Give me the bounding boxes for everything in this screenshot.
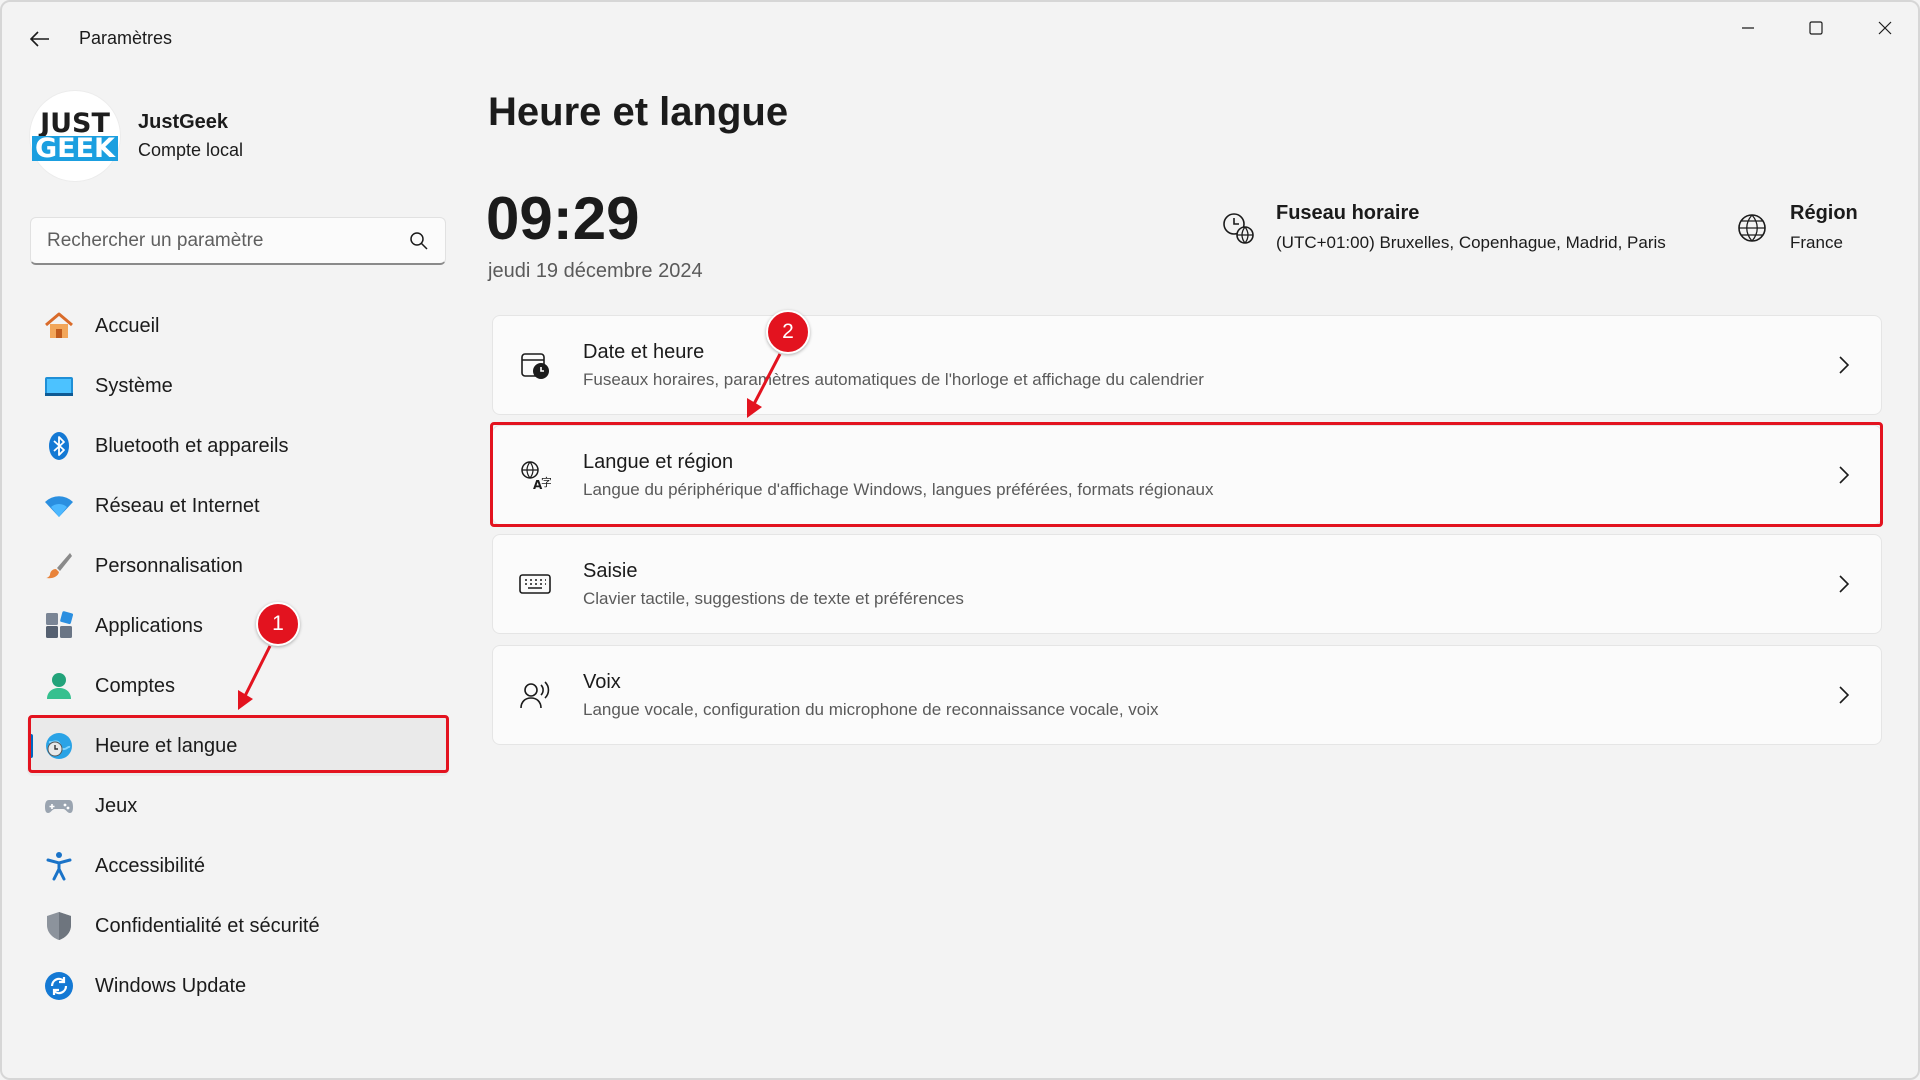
card-title: Date et heure: [583, 340, 705, 363]
chevron-right-icon: [1839, 356, 1850, 374]
back-arrow-icon: [30, 31, 49, 47]
avatar: JUST GEEK: [30, 91, 120, 181]
keyboard-icon: [517, 566, 553, 602]
sidebar-item-label: Système: [95, 374, 173, 397]
sidebar-item-label: Accessibilité: [95, 854, 206, 877]
sidebar-item-accueil[interactable]: Accueil: [27, 296, 449, 356]
sidebar-item-jeux[interactable]: Jeux: [27, 776, 449, 836]
search-input[interactable]: [31, 229, 391, 252]
title-bar: Paramètres: [2, 2, 1918, 74]
current-time: 09:29: [486, 185, 640, 252]
sidebar-item-label: Bluetooth et appareils: [95, 434, 289, 457]
bluetooth-icon: [41, 428, 77, 464]
sidebar-item-systeme[interactable]: Système: [27, 356, 449, 416]
settings-window: Paramètres JUST GEEK JustGeek Compte loc…: [0, 0, 1920, 1080]
card-subtitle: Clavier tactile, suggestions de texte et…: [583, 588, 964, 608]
sidebar-item-label: Heure et langue: [95, 734, 238, 757]
card-langue-et-region[interactable]: A字 Langue et région Langue du périphériq…: [492, 425, 1882, 525]
step-badge-1: 1: [256, 602, 300, 646]
accessibility-icon: [41, 848, 77, 884]
timezone-value: (UTC+01:00) Bruxelles, Copenhague, Madri…: [1276, 233, 1666, 252]
card-voix[interactable]: Voix Langue vocale, configuration du mic…: [492, 645, 1882, 745]
sidebar-item-personnalisation[interactable]: Personnalisation: [27, 536, 449, 596]
sidebar-item-label: Confidentialité et sécurité: [95, 914, 320, 937]
globe-icon: [1738, 214, 1766, 242]
chevron-right-icon: [1839, 466, 1850, 484]
page-title: Heure et langue: [488, 90, 789, 134]
step-badge-2: 2: [766, 310, 810, 354]
apps-icon: [41, 608, 77, 644]
card-date-et-heure[interactable]: Date et heure Fuseaux horaires, paramètr…: [492, 315, 1882, 415]
sidebar-item-comptes[interactable]: Comptes: [27, 656, 449, 716]
gamepad-icon: [41, 788, 77, 824]
sidebar-item-heure-et-langue[interactable]: Heure et langue: [27, 716, 449, 776]
card-subtitle: Fuseaux horaires, paramètres automatique…: [583, 369, 1204, 389]
timezone-title: Fuseau horaire: [1276, 202, 1420, 224]
language-icon: A字: [517, 457, 553, 493]
app-title: Paramètres: [79, 28, 173, 48]
maximize-icon: [1809, 21, 1823, 35]
current-date: jeudi 19 décembre 2024: [488, 260, 703, 282]
sidebar-item-reseau[interactable]: Réseau et Internet: [27, 476, 449, 536]
minimize-icon: [1742, 27, 1754, 29]
card-title: Saisie: [583, 559, 638, 582]
logo-line2: GEEK: [32, 135, 118, 162]
sidebar-item-label: Applications: [95, 614, 203, 637]
timezone-icon: [1223, 213, 1254, 244]
close-button[interactable]: [1857, 10, 1913, 46]
calendar-clock-icon: [517, 347, 553, 383]
timezone-info: Fuseau horaire (UTC+01:00) Bruxelles, Co…: [1220, 202, 1666, 253]
region-info: Région France: [1734, 202, 1858, 253]
person-icon: [41, 668, 77, 704]
sidebar-item-confidentialite[interactable]: Confidentialité et sécurité: [27, 896, 449, 956]
account-type: Compte local: [138, 140, 244, 160]
system-icon: [41, 368, 77, 404]
search-icon[interactable]: [409, 231, 429, 251]
region-title: Région: [1790, 202, 1858, 224]
sidebar-item-bluetooth[interactable]: Bluetooth et appareils: [27, 416, 449, 476]
wifi-icon: [41, 488, 77, 524]
back-button[interactable]: [24, 24, 56, 54]
brush-icon: [41, 548, 77, 584]
card-saisie[interactable]: Saisie Clavier tactile, suggestions de t…: [492, 534, 1882, 634]
sidebar-item-label: Windows Update: [95, 974, 247, 997]
maximize-button[interactable]: [1788, 10, 1844, 46]
close-icon: [1878, 21, 1892, 35]
profile[interactable]: JUST GEEK JustGeek Compte local: [30, 90, 243, 182]
sidebar-item-label: Comptes: [95, 674, 176, 697]
search-box: [30, 217, 446, 265]
sidebar-item-label: Jeux: [95, 794, 138, 817]
speech-icon: [517, 677, 553, 713]
sidebar-item-applications[interactable]: Applications: [27, 596, 449, 656]
sidebar-item-label: Réseau et Internet: [95, 494, 260, 517]
sidebar-item-windows-update[interactable]: Windows Update: [27, 956, 449, 1016]
home-icon: [41, 308, 77, 344]
time-language-icon: [41, 728, 77, 764]
profile-name: JustGeek: [138, 111, 229, 133]
minimize-button[interactable]: [1720, 10, 1776, 46]
sidebar-item-label: Personnalisation: [95, 554, 243, 577]
card-title: Langue et région: [583, 450, 734, 473]
sidebar-nav: Accueil Système Bluetooth et appareils R…: [27, 296, 449, 1016]
update-icon: [41, 968, 77, 1004]
chevron-right-icon: [1839, 686, 1850, 704]
card-subtitle: Langue vocale, configuration du micropho…: [583, 699, 1159, 719]
region-value: France: [1790, 233, 1843, 252]
sidebar-item-label: Accueil: [95, 314, 160, 337]
card-subtitle: Langue du périphérique d'affichage Windo…: [583, 479, 1214, 499]
sidebar-item-accessibilite[interactable]: Accessibilité: [27, 836, 449, 896]
shield-icon: [41, 908, 77, 944]
svg-text:字: 字: [541, 475, 551, 489]
card-title: Voix: [583, 670, 621, 693]
chevron-right-icon: [1839, 575, 1850, 593]
